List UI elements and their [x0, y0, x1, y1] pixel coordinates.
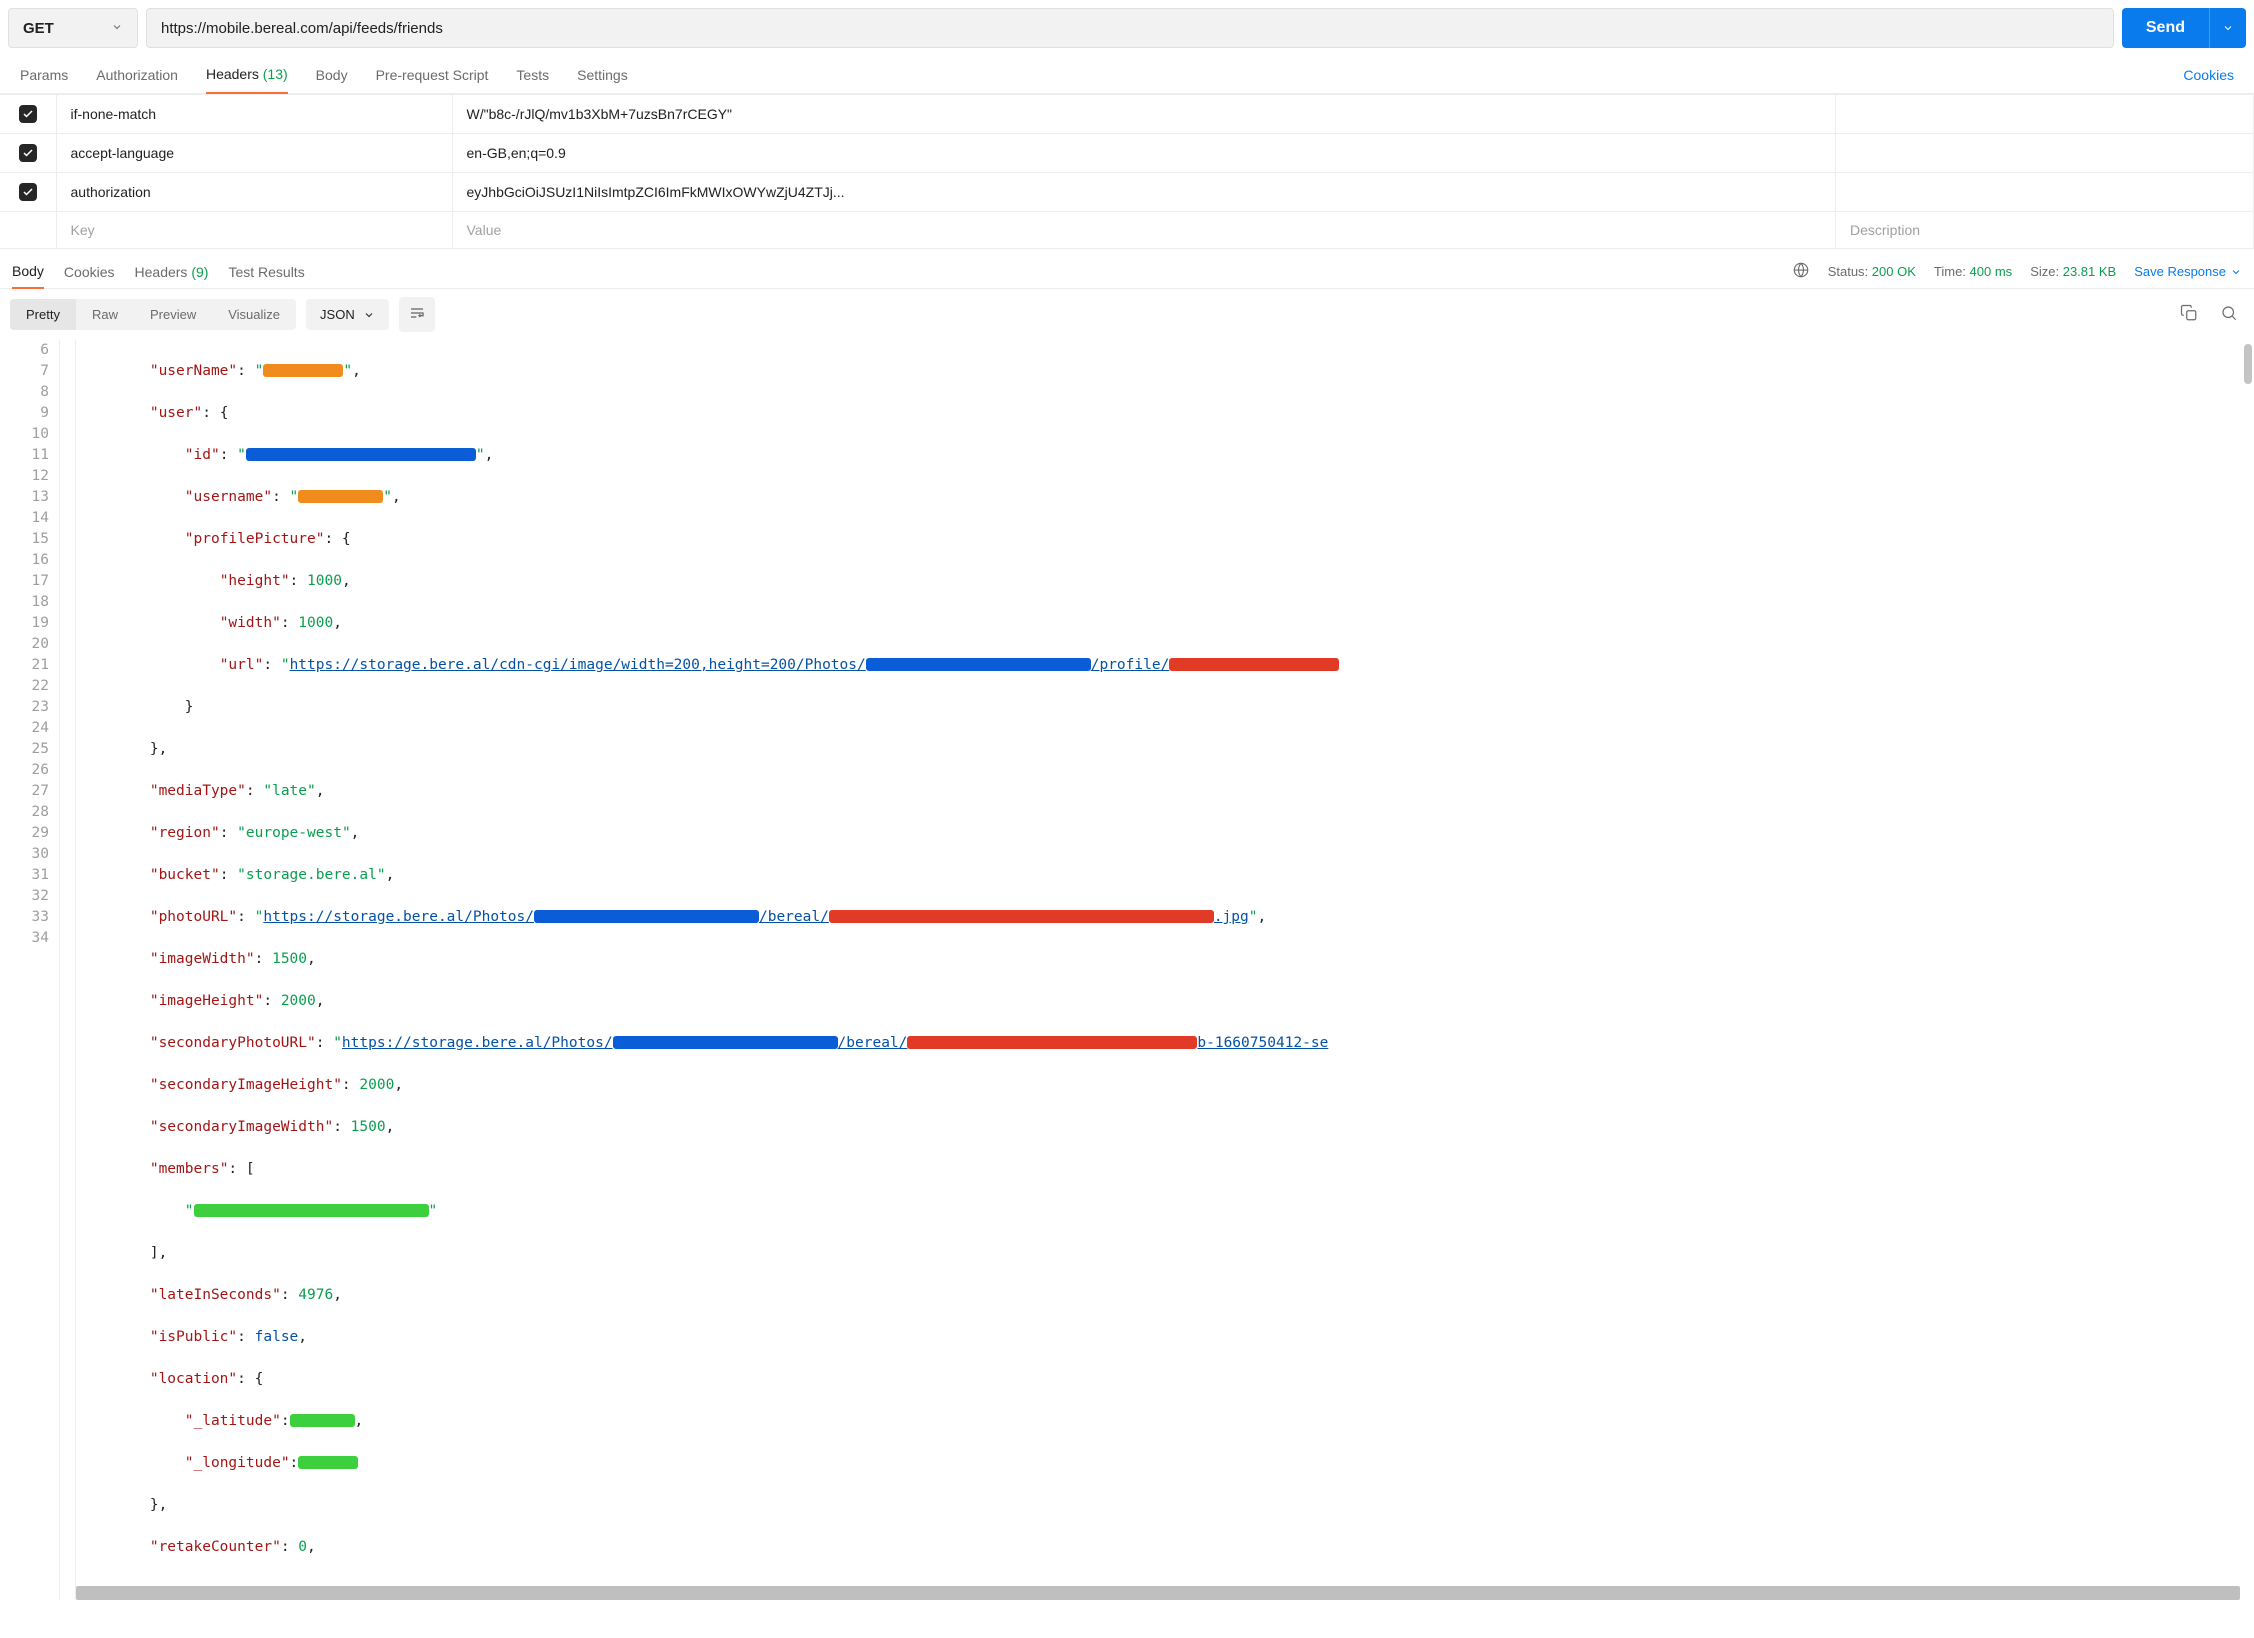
table-row[interactable]: authorization eyJhbGciOiJSUzI1NiIsImtpZC…: [0, 173, 2254, 212]
header-description[interactable]: [1836, 134, 2254, 173]
vertical-scrollbar[interactable]: [2244, 344, 2252, 384]
header-description[interactable]: [1836, 173, 2254, 212]
view-raw[interactable]: Raw: [76, 299, 134, 330]
header-value[interactable]: eyJhbGciOiJSUzI1NiIsImtpZCI6ImFkMWIxOWYw…: [452, 173, 1836, 212]
chevron-down-icon: [111, 20, 123, 37]
http-method-select[interactable]: GET: [8, 8, 138, 48]
chevron-down-icon: [363, 309, 375, 321]
resp-tab-headers[interactable]: Headers (9): [135, 256, 209, 288]
format-select[interactable]: JSON: [306, 299, 389, 330]
tab-headers[interactable]: Headers (13): [206, 56, 288, 94]
fold-gutter: [60, 340, 76, 1600]
tab-authorization[interactable]: Authorization: [96, 57, 178, 93]
view-mode-segment: Pretty Raw Preview Visualize: [10, 299, 296, 330]
time-label: Time: 400 ms: [1934, 264, 2012, 279]
wrap-lines-button[interactable]: [399, 297, 435, 332]
send-button[interactable]: Send: [2122, 8, 2209, 48]
search-button[interactable]: [2214, 298, 2244, 331]
header-key[interactable]: accept-language: [56, 134, 452, 173]
resp-tab-headers-label: Headers: [135, 264, 188, 280]
save-response-button[interactable]: Save Response: [2134, 264, 2242, 279]
request-url-value: https://mobile.bereal.com/api/feeds/frie…: [161, 20, 443, 37]
request-url-input[interactable]: https://mobile.bereal.com/api/feeds/frie…: [146, 8, 2114, 48]
response-body[interactable]: 6789101112131415161718192021222324252627…: [0, 340, 2254, 1600]
header-desc-placeholder[interactable]: Description: [1836, 212, 2254, 249]
network-icon[interactable]: [1792, 261, 1810, 282]
format-value: JSON: [320, 307, 355, 322]
tab-params[interactable]: Params: [20, 57, 68, 93]
wrap-icon: [409, 305, 425, 321]
send-dropdown-button[interactable]: [2209, 8, 2246, 48]
line-gutter: 6789101112131415161718192021222324252627…: [0, 340, 60, 1600]
checkbox-icon[interactable]: [19, 183, 37, 201]
size-label: Size: 23.81 KB: [2030, 264, 2116, 279]
resp-tab-body[interactable]: Body: [12, 255, 44, 289]
resp-tab-headers-count: (9): [191, 264, 208, 280]
checkbox-icon[interactable]: [19, 144, 37, 162]
header-key[interactable]: if-none-match: [56, 95, 452, 134]
tab-headers-count: (13): [263, 66, 288, 82]
header-value[interactable]: en-GB,en;q=0.9: [452, 134, 1836, 173]
view-pretty[interactable]: Pretty: [10, 299, 76, 330]
chevron-down-icon: [2222, 22, 2234, 34]
save-response-label: Save Response: [2134, 264, 2226, 279]
tab-prerequest[interactable]: Pre-request Script: [376, 57, 489, 93]
header-description[interactable]: [1836, 95, 2254, 134]
horizontal-scrollbar[interactable]: [76, 1586, 2240, 1600]
tab-tests[interactable]: Tests: [516, 57, 549, 93]
header-key-placeholder[interactable]: Key: [56, 212, 452, 249]
http-method-value: GET: [23, 20, 54, 37]
header-value[interactable]: W/"b8c-/rJlQ/mv1b3XbM+7uzsBn7rCEGY": [452, 95, 1836, 134]
tab-headers-label: Headers: [206, 66, 259, 82]
copy-button[interactable]: [2174, 298, 2204, 331]
header-key[interactable]: authorization: [56, 173, 452, 212]
header-value-placeholder[interactable]: Value: [452, 212, 1836, 249]
chevron-down-icon: [2230, 266, 2242, 278]
table-row[interactable]: accept-language en-GB,en;q=0.9: [0, 134, 2254, 173]
tab-settings[interactable]: Settings: [577, 57, 628, 93]
view-preview[interactable]: Preview: [134, 299, 212, 330]
headers-table: if-none-match W/"b8c-/rJlQ/mv1b3XbM+7uzs…: [0, 94, 2254, 249]
table-row-placeholder[interactable]: Key Value Description: [0, 212, 2254, 249]
search-icon: [2220, 304, 2238, 322]
table-row[interactable]: if-none-match W/"b8c-/rJlQ/mv1b3XbM+7uzs…: [0, 95, 2254, 134]
checkbox-icon[interactable]: [19, 105, 37, 123]
code-content: "userName": "", "user": { "id": "", "use…: [76, 340, 2254, 1600]
resp-tab-cookies[interactable]: Cookies: [64, 256, 115, 288]
status-label: Status: 200 OK: [1828, 264, 1916, 279]
copy-icon: [2180, 304, 2198, 322]
cookies-link[interactable]: Cookies: [2183, 57, 2234, 93]
resp-tab-test-results[interactable]: Test Results: [228, 256, 304, 288]
view-visualize[interactable]: Visualize: [212, 299, 296, 330]
tab-body[interactable]: Body: [316, 57, 348, 93]
